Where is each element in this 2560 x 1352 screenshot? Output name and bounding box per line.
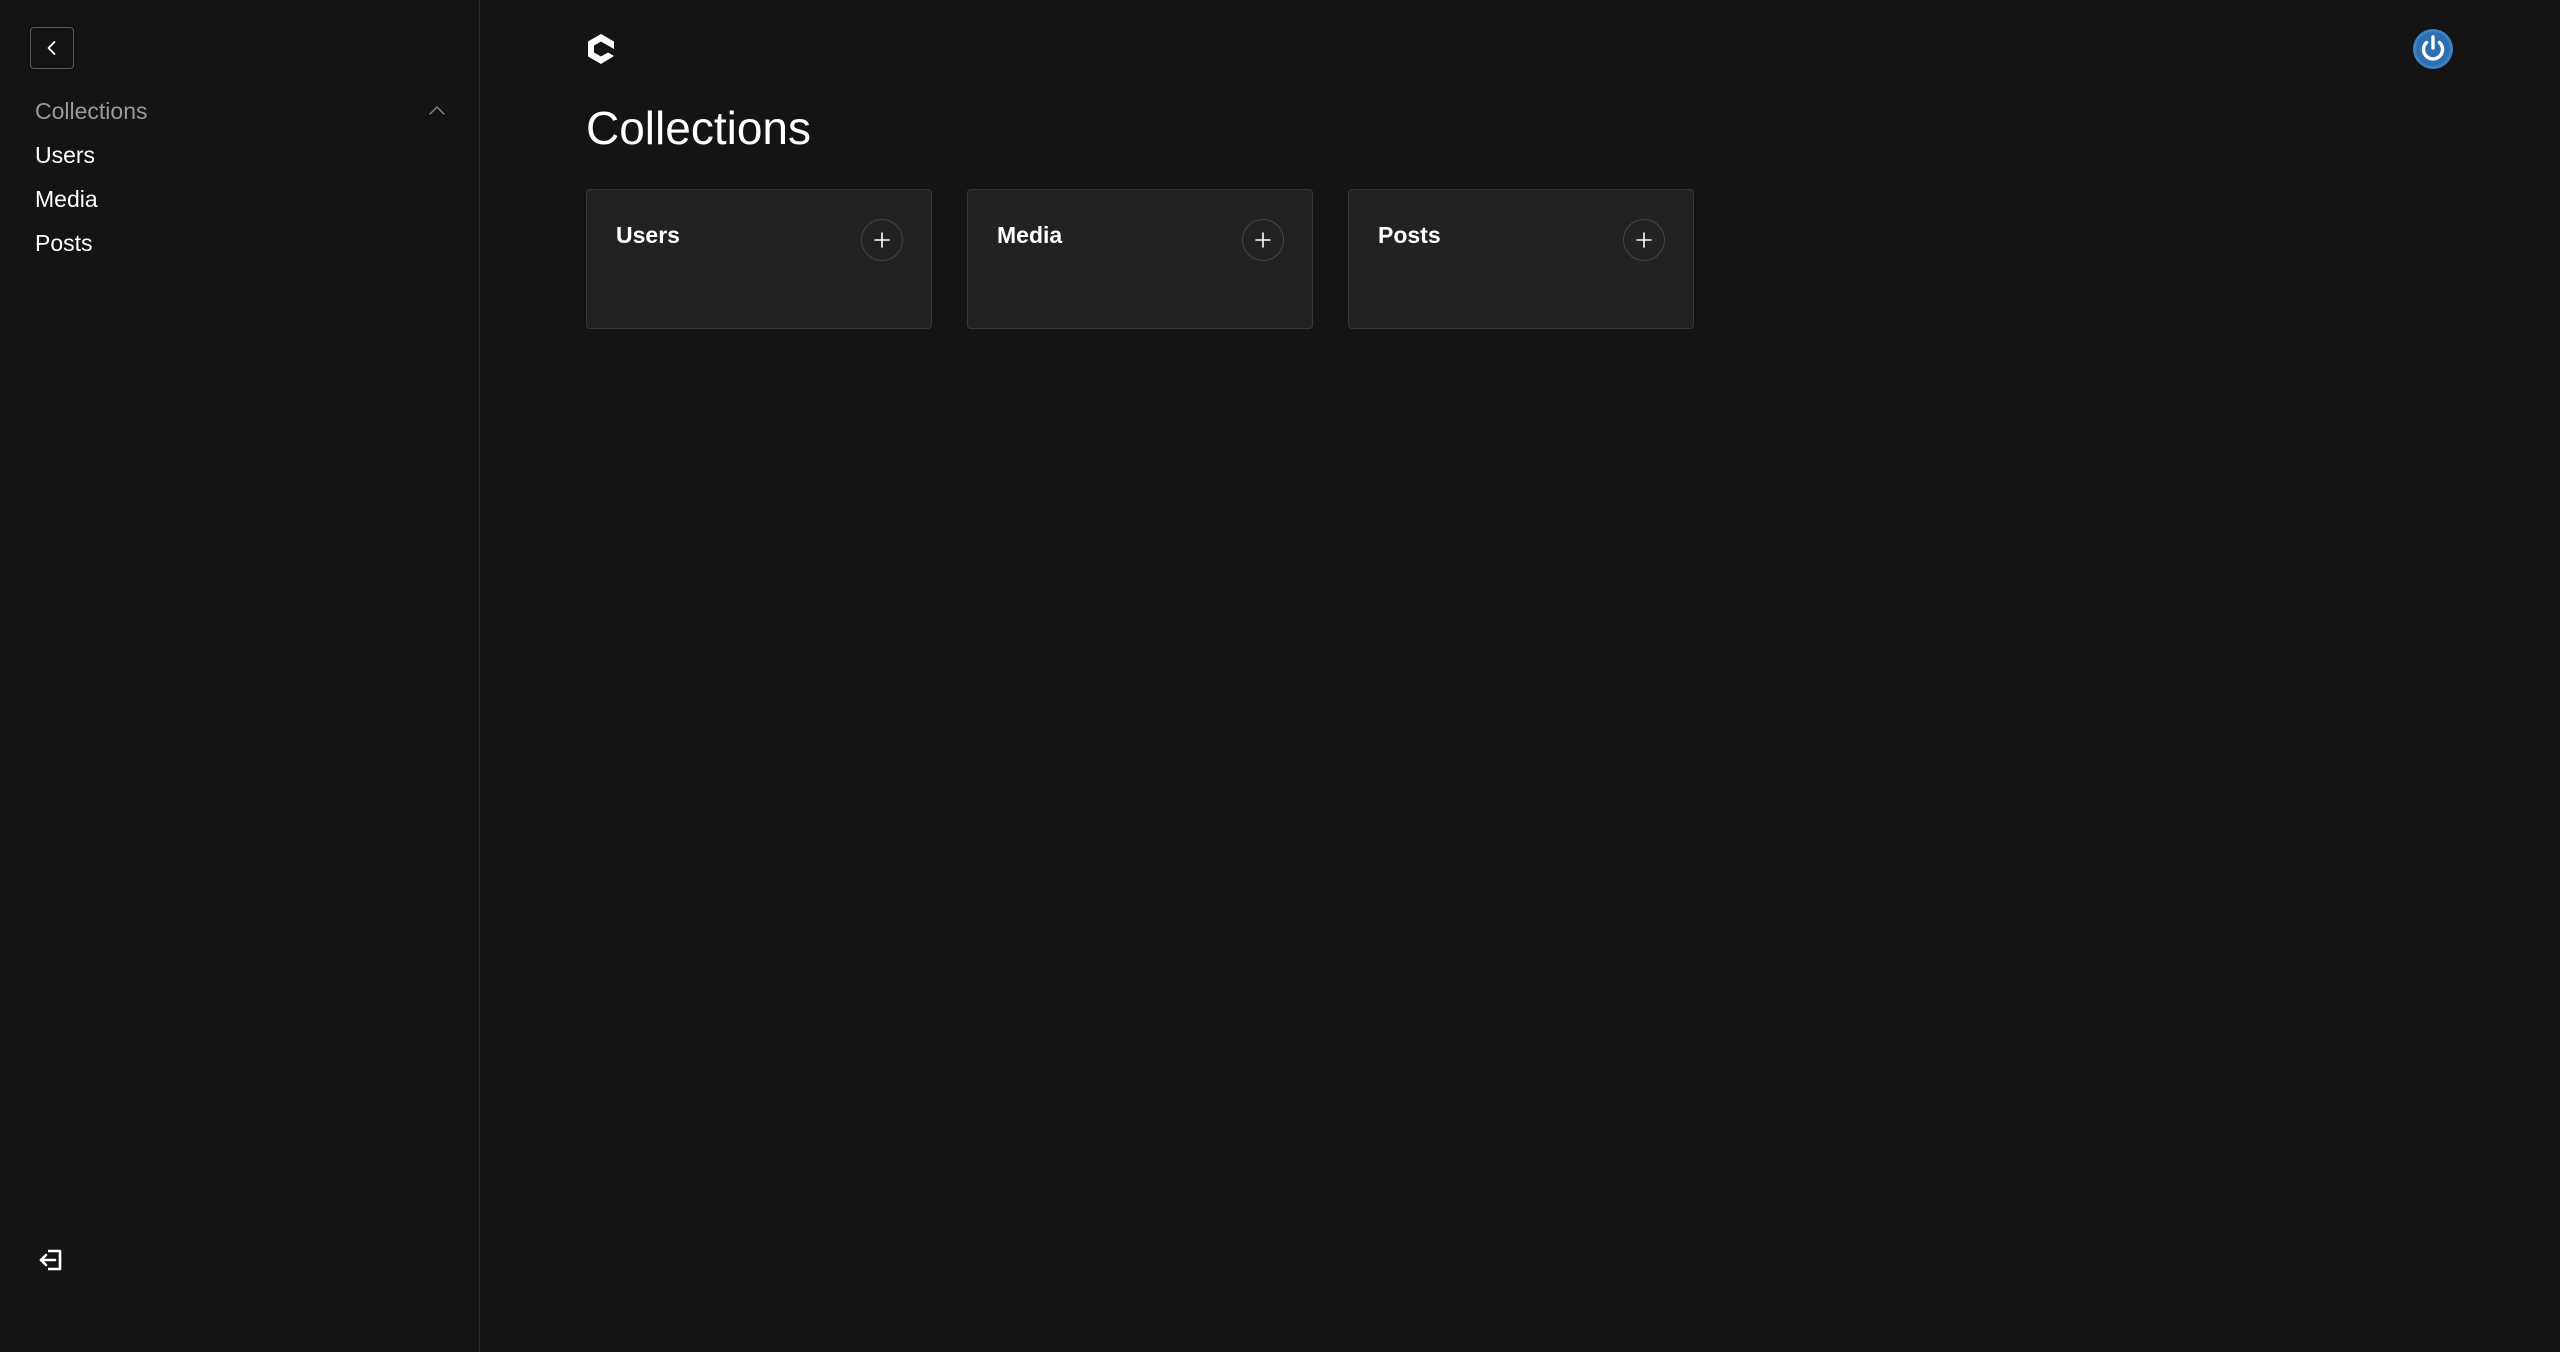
- payload-logo-icon[interactable]: [585, 32, 617, 66]
- nav-group-collections[interactable]: Collections: [35, 96, 447, 126]
- card-title: Media: [997, 222, 1063, 248]
- logout-icon: [39, 1249, 62, 1271]
- create-users-button[interactable]: [861, 219, 903, 261]
- card-title: Posts: [1378, 222, 1441, 248]
- create-posts-button[interactable]: [1623, 219, 1665, 261]
- collapse-sidebar-button[interactable]: [30, 27, 74, 69]
- logout-button[interactable]: [36, 1244, 68, 1276]
- plus-icon: [874, 232, 890, 248]
- app-shell: Collections Users Media Posts Collection…: [0, 0, 2560, 1352]
- collection-card-posts[interactable]: Posts: [1348, 189, 1694, 329]
- account-avatar-icon[interactable]: [2412, 28, 2454, 70]
- create-media-button[interactable]: [1242, 219, 1284, 261]
- sidebar-item-media[interactable]: Media: [35, 184, 98, 228]
- plus-icon: [1255, 232, 1271, 248]
- chevron-left-icon: [47, 41, 56, 55]
- page-title: Collections: [586, 102, 811, 154]
- collections-card-grid: Users Media Posts: [586, 189, 1694, 329]
- nav-list: Users Media Posts: [35, 140, 98, 272]
- sidebar-item-users[interactable]: Users: [35, 140, 98, 184]
- collection-card-media[interactable]: Media: [967, 189, 1313, 329]
- collection-card-users[interactable]: Users: [586, 189, 932, 329]
- chevron-up-icon: [429, 106, 445, 115]
- plus-icon: [1636, 232, 1652, 248]
- sidebar-item-posts[interactable]: Posts: [35, 228, 98, 272]
- nav-group-label: Collections: [35, 97, 148, 124]
- card-title: Users: [616, 222, 680, 248]
- sidebar: Collections Users Media Posts: [0, 0, 480, 1352]
